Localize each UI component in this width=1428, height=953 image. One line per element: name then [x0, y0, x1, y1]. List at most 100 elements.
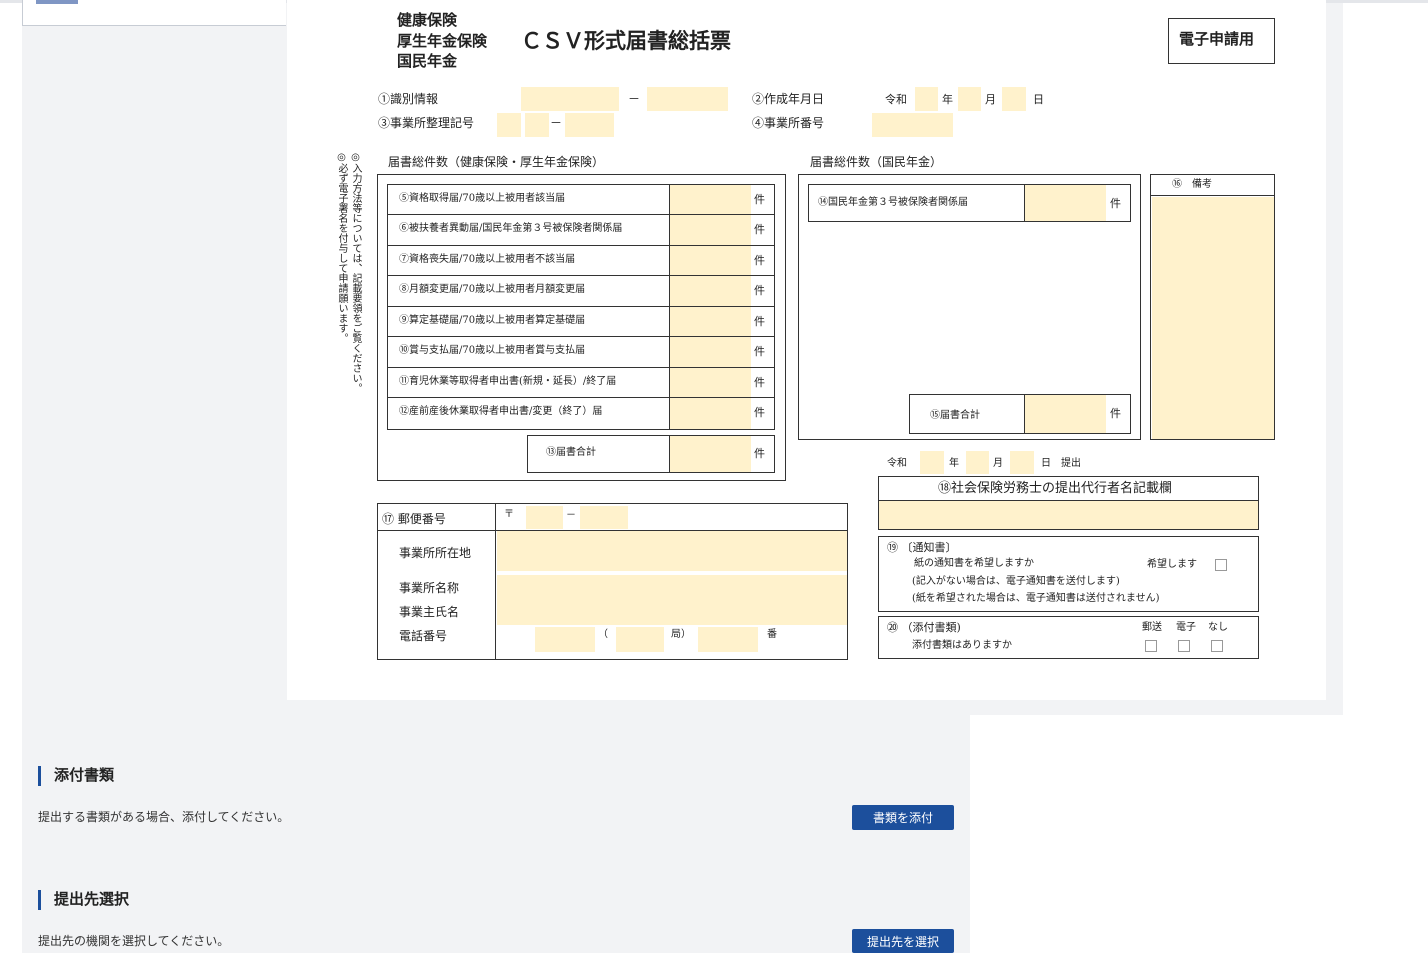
- postal-code-field-2[interactable]: [580, 506, 628, 529]
- remarks-field[interactable]: [1152, 197, 1274, 439]
- destination-section-marker: [38, 890, 41, 910]
- created-month-field[interactable]: [958, 87, 981, 111]
- office-code-dash: －: [550, 116, 563, 130]
- health-row-unit: 件: [754, 223, 765, 236]
- submit-era-label: 令和: [887, 458, 907, 469]
- created-era-label: 令和: [885, 93, 907, 106]
- health-row-count-field[interactable]: [670, 368, 751, 397]
- office-code-label: ③事業所整理記号: [378, 116, 475, 130]
- notice-question: 紙の通知書を希望しますか: [914, 558, 1034, 569]
- submit-month-field[interactable]: [966, 451, 989, 474]
- submit-day-label: 日 提出: [1041, 458, 1081, 469]
- form-title-line-1: 健康保険: [397, 11, 458, 29]
- health-row-label: ⑨算定基礎届/70歳以上被用者算定基礎届: [399, 315, 586, 326]
- health-row-unit: 件: [754, 254, 765, 267]
- postal-mark: 〒: [504, 509, 514, 520]
- form-main-title: ＣＳＶ形式届書総括票: [521, 29, 731, 53]
- attachment-electronic-checkbox[interactable]: [1178, 640, 1190, 652]
- attach-section-description: 提出する書類がある場合、添付してください。: [38, 810, 290, 824]
- created-day-field[interactable]: [1002, 87, 1026, 111]
- created-year-field[interactable]: [915, 87, 938, 111]
- health-total-label: ⑬届書合計: [546, 447, 596, 458]
- id-info-label: ①識別情報: [378, 92, 439, 106]
- submit-month-label: 月: [993, 458, 1003, 469]
- attachment-none-checkbox[interactable]: [1211, 640, 1223, 652]
- attachment-mail-checkbox[interactable]: [1145, 640, 1157, 652]
- office-name-label: 事業所名称: [399, 581, 460, 595]
- attach-documents-button[interactable]: 書類を添付: [852, 805, 954, 830]
- created-month-label: 月: [985, 93, 996, 106]
- destination-section-description: 提出先の機関を選択してください。: [38, 934, 230, 948]
- submit-year-label: 年: [949, 458, 959, 469]
- pension-row-count-field[interactable]: [1025, 185, 1106, 221]
- created-date-label: ②作成年月日: [752, 92, 825, 106]
- health-row-label: ⑥被扶養者異動届/国民年金第３号被保険者関係届: [399, 223, 623, 234]
- form-title-line-2: 厚生年金保険: [397, 32, 488, 50]
- health-row-label: ⑪育児休業等取得者申出書(新規・延長）/終了届: [399, 376, 617, 387]
- pension-total-label: ⑮届書合計: [930, 410, 980, 421]
- office-number-label: ④事業所番号: [752, 116, 825, 130]
- agent-label: ⑱社会保険労務士の提出代行者名記載欄: [938, 481, 1173, 496]
- attachment-title: ⑳ （添付書類): [887, 621, 961, 634]
- phone-label: 電話番号: [399, 629, 448, 643]
- health-row-label: ⑩賞与支払届/70歳以上被用者賞与支払届: [399, 345, 586, 356]
- attachment-option-electronic-label: 電子: [1176, 622, 1196, 633]
- health-row-label: ⑦資格喪失届/70歳以上被用者不該当届: [399, 254, 576, 265]
- created-day-label: 日: [1033, 93, 1044, 106]
- office-code-field-3[interactable]: [565, 113, 614, 137]
- attachment-option-mail-label: 郵送: [1142, 622, 1162, 633]
- id-info-field-2[interactable]: [647, 87, 728, 111]
- phone-field-1[interactable]: [535, 627, 595, 652]
- office-number-field[interactable]: [872, 113, 953, 137]
- vertical-note-signature: ◎必ず電子署名を付与して申請願います。: [336, 152, 347, 343]
- health-total-unit: 件: [754, 447, 765, 460]
- health-row-unit: 件: [754, 315, 765, 328]
- health-row-unit: 件: [754, 406, 765, 419]
- notice-paper-checkbox[interactable]: [1215, 559, 1227, 571]
- health-row-count-field[interactable]: [670, 246, 751, 275]
- phone-field-2[interactable]: [616, 627, 664, 652]
- attachment-question: 添付書類はありますか: [912, 640, 1012, 651]
- health-row-count-field[interactable]: [670, 337, 751, 367]
- postal-code-field-1[interactable]: [526, 506, 563, 529]
- notice-yes-label: 希望します: [1147, 559, 1197, 570]
- pension-row-unit: 件: [1110, 197, 1121, 210]
- health-row-unit: 件: [754, 345, 765, 358]
- office-owner-field[interactable]: [497, 575, 847, 625]
- health-row-unit: 件: [754, 193, 765, 206]
- health-row-unit: 件: [754, 376, 765, 389]
- owner-name-label: 事業主氏名: [399, 605, 460, 619]
- agent-name-field[interactable]: [879, 501, 1258, 529]
- health-total-field[interactable]: [670, 436, 751, 472]
- id-info-dash: －: [628, 92, 641, 106]
- notice-note-1: (記入がない場合は、電子通知書を送付します): [912, 576, 1120, 587]
- health-row-count-field[interactable]: [670, 398, 751, 429]
- postal-code-label: ⑰ 郵便番号: [382, 512, 446, 526]
- health-count-header: 届書総件数（健康保険・厚生年金保険）: [388, 155, 605, 169]
- notice-title: ⑲ 〔通知書〕: [887, 541, 957, 554]
- phone-paren: （: [598, 629, 608, 640]
- phone-kyoku-label: 局）: [671, 629, 691, 640]
- health-row-count-field[interactable]: [670, 215, 751, 245]
- pension-row-label: ⑭国民年金第３号被保険者関係届: [818, 197, 968, 208]
- phone-field-3[interactable]: [698, 627, 758, 652]
- office-address-label: 事業所所在地: [399, 546, 472, 560]
- address-block-divider: [495, 503, 496, 660]
- id-info-field-1[interactable]: [521, 87, 619, 111]
- submit-year-field[interactable]: [920, 451, 944, 474]
- attach-section-heading: 添付書類: [54, 766, 115, 784]
- health-row-count-field[interactable]: [670, 276, 751, 306]
- form-title-line-3: 国民年金: [397, 52, 458, 70]
- select-destination-button[interactable]: 提出先を選択: [852, 929, 954, 953]
- submit-day-field[interactable]: [1010, 451, 1034, 474]
- remarks-header-line: [1150, 195, 1275, 196]
- office-code-field-1[interactable]: [497, 113, 521, 137]
- pension-count-header: 届書総件数（国民年金）: [810, 155, 943, 169]
- office-code-field-2[interactable]: [525, 113, 549, 137]
- health-row-count-field[interactable]: [670, 307, 751, 336]
- health-row-count-field[interactable]: [670, 185, 751, 214]
- office-address-field[interactable]: [497, 531, 847, 571]
- pension-total-unit: 件: [1110, 407, 1121, 420]
- pension-total-field[interactable]: [1025, 395, 1106, 433]
- attach-section-marker: [38, 766, 41, 786]
